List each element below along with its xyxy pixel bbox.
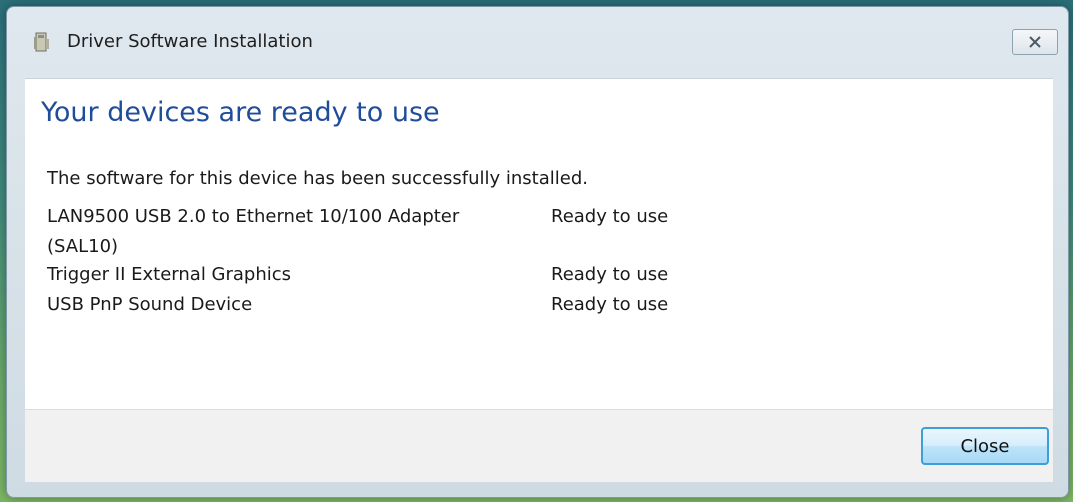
device-status: Ready to use [551, 294, 669, 315]
list-item: USB PnP Sound Device Ready to use [47, 290, 747, 320]
device-status: Ready to use [551, 206, 669, 227]
device-status: Ready to use [551, 264, 669, 285]
list-item: LAN9500 USB 2.0 to Ethernet 10/100 Adapt… [47, 202, 747, 260]
button-bar: Close [25, 409, 1053, 482]
list-item: Trigger II External Graphics Ready to us… [47, 260, 747, 290]
window-close-button[interactable] [1012, 29, 1058, 55]
dialog-window: Driver Software Installation Your device… [6, 6, 1069, 498]
main-instruction: Your devices are ready to use [41, 97, 440, 128]
device-name: USB PnP Sound Device [47, 294, 253, 315]
close-button[interactable]: Close [921, 427, 1049, 465]
device-name: LAN9500 USB 2.0 to Ethernet 10/100 Adapt… [47, 206, 460, 257]
close-x-icon [1029, 36, 1041, 48]
window-title: Driver Software Installation [67, 31, 313, 52]
title-bar[interactable]: Driver Software Installation [7, 7, 1068, 79]
device-name: Trigger II External Graphics [47, 264, 292, 285]
content-panel: Your devices are ready to use The softwa… [25, 78, 1053, 409]
device-list: LAN9500 USB 2.0 to Ethernet 10/100 Adapt… [47, 202, 747, 320]
installer-icon [33, 31, 51, 53]
intro-text: The software for this device has been su… [47, 168, 588, 189]
